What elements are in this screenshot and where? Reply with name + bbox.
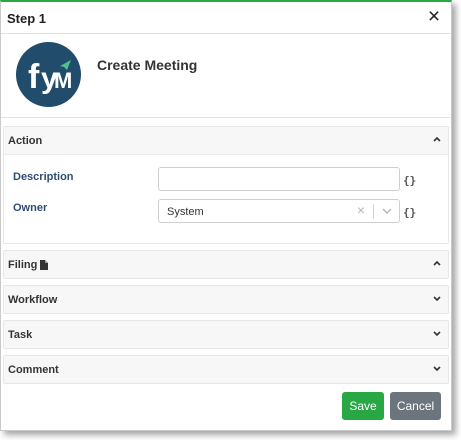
select-separator	[373, 204, 374, 219]
chevron-down-icon[interactable]	[432, 361, 442, 375]
comment-panel-title: Comment	[8, 364, 59, 376]
filing-panel: Filing	[3, 250, 449, 279]
action-panel-header[interactable]: Action	[4, 127, 448, 155]
workflow-panel-header[interactable]: Workflow	[4, 286, 448, 313]
clear-icon[interactable]: ×	[357, 202, 365, 218]
filing-panel-header[interactable]: Filing	[4, 251, 448, 278]
description-input[interactable]	[158, 167, 400, 191]
filing-panel-title: Filing	[8, 259, 38, 271]
app-title: Create Meeting	[97, 57, 198, 73]
action-panel-title: Action	[8, 135, 43, 147]
task-panel-header[interactable]: Task	[4, 321, 448, 348]
chevron-down-icon[interactable]	[432, 291, 442, 305]
workflow-panel: Workflow	[3, 285, 449, 314]
description-variable-icon[interactable]: {}	[403, 174, 416, 187]
svg-text:M: M	[54, 68, 72, 93]
chevron-up-icon[interactable]	[432, 132, 442, 146]
close-icon[interactable]: ×	[423, 5, 445, 29]
owner-variable-icon[interactable]: {}	[403, 206, 416, 219]
cancel-button[interactable]: Cancel	[390, 392, 441, 420]
chevron-up-icon[interactable]	[432, 256, 442, 270]
step-dialog: Step 1 × f y M Create Meeting Action Des…	[0, 0, 452, 431]
comment-panel: Comment	[3, 355, 449, 384]
dialog-titlebar: Step 1 ×	[1, 2, 451, 34]
fym-logo-icon: f y M	[16, 42, 81, 107]
dialog-title: Step 1	[7, 11, 47, 26]
owner-select[interactable]: System ×	[158, 199, 400, 223]
chevron-down-icon[interactable]	[432, 326, 442, 340]
description-label: Description	[13, 171, 74, 183]
action-panel: Action Description {} Owner System × {}	[3, 126, 449, 244]
task-panel-title: Task	[8, 329, 33, 341]
owner-label: Owner	[13, 202, 48, 214]
owner-select-value: System	[167, 206, 204, 218]
svg-text:f: f	[28, 58, 40, 96]
task-panel: Task	[3, 320, 449, 349]
comment-panel-header[interactable]: Comment	[4, 356, 448, 383]
workflow-panel-title: Workflow	[8, 294, 58, 306]
chevron-down-icon[interactable]	[381, 205, 393, 217]
file-icon	[40, 260, 48, 270]
dialog-header: f y M Create Meeting	[1, 35, 451, 118]
save-button[interactable]: Save	[342, 392, 384, 420]
